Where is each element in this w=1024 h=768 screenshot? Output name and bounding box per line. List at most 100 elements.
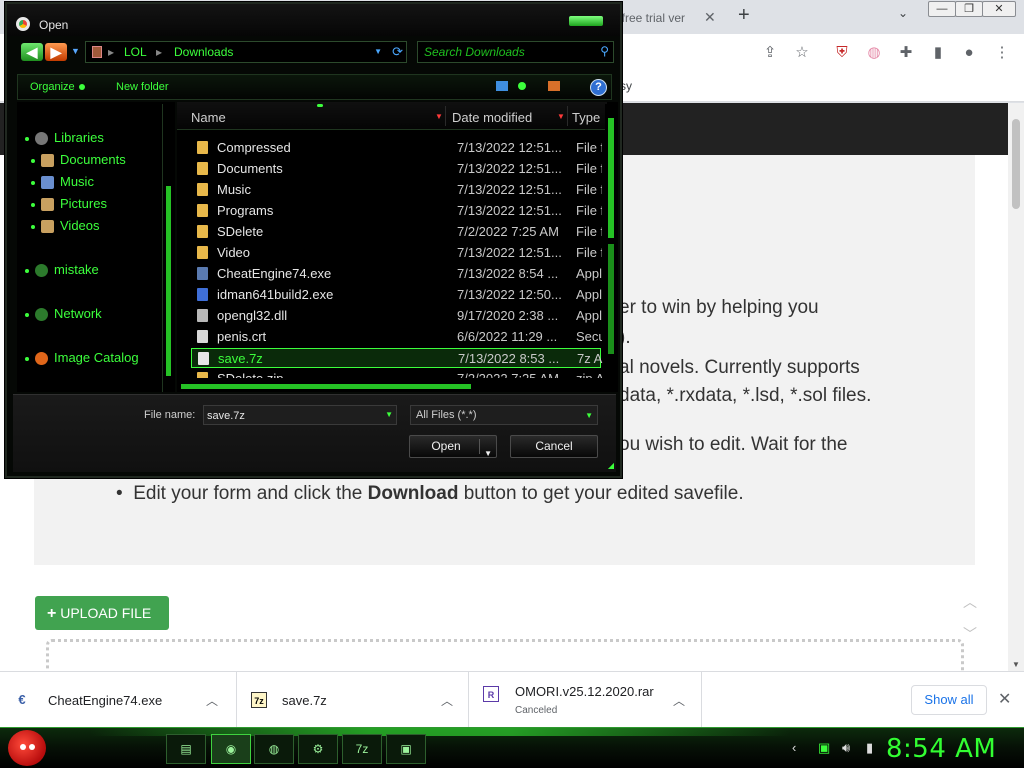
search-icon[interactable]: ⚲ [600, 44, 609, 58]
address-dropdown-icon[interactable]: ▼ [374, 47, 382, 56]
ublock-extension-icon[interactable]: ⛨ [832, 43, 852, 63]
download-options-chevron-icon[interactable]: ︿ [441, 692, 453, 709]
file-row[interactable]: save.7z 7/13/2022 8:53 ... 7z A [191, 348, 602, 368]
resize-grip-icon[interactable]: ◢ [608, 461, 614, 470]
file-row[interactable]: Music 7/13/2022 12:51... File f [191, 180, 602, 200]
nav-homegroup[interactable]: mistake [25, 262, 99, 280]
page-scrollbar[interactable]: ▼ [1008, 103, 1024, 671]
recent-locations-chevron-icon[interactable]: ▼ [71, 46, 80, 56]
navigation-scrollbar-thumb[interactable] [166, 186, 171, 376]
close-downloads-bar-icon[interactable]: ✕ [998, 689, 1011, 709]
file-explorer-icon[interactable]: ▤ [166, 734, 206, 764]
file-drop-zone[interactable] [46, 639, 964, 671]
cheatengine-icon[interactable]: ⚙ [298, 734, 338, 764]
help-icon[interactable]: ? [590, 79, 607, 96]
file-name-dropdown-icon[interactable]: ▼ [385, 410, 393, 419]
file-row[interactable]: SDelete.zip 7/2/2022 7:25 AM zip A [191, 369, 602, 378]
7z-icon[interactable]: 7z [342, 734, 382, 764]
address-bar[interactable]: ▸ LOL ▸ Downloads ▼ ⟳ [85, 41, 407, 63]
scroll-down-arrow-icon[interactable]: ▼ [1012, 660, 1020, 669]
tab-search-chevron-icon[interactable]: ⌄ [898, 6, 908, 20]
cancel-button[interactable]: Cancel [510, 435, 598, 458]
scroll-up-icon[interactable]: ︿ [950, 587, 990, 617]
tray-network-icon[interactable]: ▮ [866, 740, 873, 756]
views-icon[interactable] [496, 81, 508, 91]
side-panel-icon[interactable]: ▮ [928, 43, 948, 63]
chrome-icon[interactable]: ◉ [211, 734, 251, 764]
tray-overflow-icon[interactable]: ‹ [792, 740, 796, 755]
file-row[interactable]: Programs 7/13/2022 12:51... File f [191, 201, 602, 221]
dialog-close-button[interactable] [569, 16, 603, 26]
back-arrow-icon[interactable]: ◀ [21, 43, 43, 61]
column-name[interactable]: Name [191, 110, 226, 125]
file-row[interactable]: opengl32.dll 9/17/2020 2:38 ... Appli [191, 306, 602, 326]
breadcrumb-item[interactable]: Downloads [174, 45, 233, 59]
nav-music[interactable]: Music [31, 174, 94, 192]
new-tab-icon[interactable]: + [738, 4, 750, 27]
start-button-angry-bird-icon[interactable] [8, 730, 46, 766]
volume-icon[interactable]: 🔊︎ [842, 740, 850, 756]
preview-pane-icon[interactable] [548, 81, 560, 91]
horizontal-scrollbar-thumb[interactable] [181, 384, 471, 389]
file-row[interactable]: Documents 7/13/2022 12:51... File f [191, 159, 602, 179]
taskbar-clock[interactable]: 8:54 AM [886, 734, 996, 764]
breadcrumb-item[interactable]: LOL [124, 45, 147, 59]
file-row[interactable]: SDelete 7/2/2022 7:25 AM File f [191, 222, 602, 242]
menu-kebab-icon[interactable]: ⋮ [992, 43, 1012, 63]
open-button[interactable]: Open ▼ [409, 435, 497, 458]
search-box[interactable]: ⚲ [417, 41, 614, 63]
nav-videos[interactable]: Videos [31, 218, 100, 236]
forward-arrow-icon[interactable]: ▶ [45, 43, 67, 61]
search-input[interactable] [424, 44, 584, 60]
nav-libraries[interactable]: Libraries [25, 130, 104, 148]
column-separator[interactable] [445, 106, 446, 126]
open-dropdown-icon[interactable]: ▼ [484, 443, 492, 464]
close-window-button[interactable]: ✕ [982, 1, 1016, 17]
restore-button[interactable]: ❐ [955, 1, 983, 17]
file-list-horizontal-scrollbar[interactable] [177, 380, 605, 391]
download-options-chevron-icon[interactable]: ︿ [673, 692, 685, 709]
upload-file-button[interactable]: + UPLOAD FILE [35, 596, 169, 630]
show-all-downloads-button[interactable]: Show all [911, 685, 987, 715]
new-folder-button[interactable]: New folder [116, 81, 169, 93]
download-options-chevron-icon[interactable]: ︿ [206, 692, 218, 709]
column-date-modified[interactable]: Date modified [452, 110, 532, 125]
refresh-icon[interactable]: ⟳ [392, 44, 403, 60]
profile-avatar-icon[interactable]: ● [959, 43, 979, 63]
vertical-scrollbar-thumb[interactable] [608, 118, 614, 238]
column-type[interactable]: Type [572, 110, 600, 125]
dialog-title-bar[interactable]: Open [7, 4, 620, 36]
navigation-scrollbar[interactable] [162, 104, 174, 392]
nav-image-catalog[interactable]: Image Catalog [25, 350, 139, 368]
file-name-input[interactable] [207, 408, 377, 423]
window-icon[interactable]: ▣ [386, 734, 426, 764]
nav-network[interactable]: Network [25, 306, 102, 324]
file-row[interactable]: idman641build2.exe 7/13/2022 12:50... Appl… [191, 285, 602, 305]
file-row[interactable]: Video 7/13/2022 12:51... File f [191, 243, 602, 263]
views-dropdown-icon[interactable] [518, 82, 526, 90]
vertical-scrollbar-track[interactable] [608, 244, 614, 354]
nav-pictures[interactable]: Pictures [31, 196, 107, 214]
scroll-down-icon[interactable]: ﹀ [950, 619, 990, 649]
download-item[interactable]: € CheatEngine74.exe ︿ [0, 672, 237, 728]
download-item[interactable]: R OMORI.v25.12.2020.rar Canceled ︿ [469, 672, 702, 728]
file-name-combobox[interactable]: ▼ [203, 405, 397, 425]
tray-battery-icon[interactable]: ▣ [818, 740, 830, 756]
extensions-puzzle-icon[interactable]: ✚ [896, 43, 916, 63]
sort-arrow-icon[interactable]: ▼ [557, 112, 565, 121]
file-type-filter[interactable]: All Files (*.*) ▼ [410, 405, 598, 425]
file-list-vertical-scrollbar[interactable] [605, 104, 617, 384]
column-separator[interactable] [567, 106, 568, 126]
page-scrollbar-thumb[interactable] [1012, 119, 1020, 209]
file-row[interactable]: CheatEngine74.exe 7/13/2022 8:54 ... Appli [191, 264, 602, 284]
file-row[interactable]: penis.crt 6/6/2022 11:29 ... Secu [191, 327, 602, 347]
tab-close-icon[interactable]: ✕ [704, 9, 716, 26]
extension-flag-icon[interactable]: ◍ [864, 43, 884, 63]
globe-icon[interactable]: ◍ [254, 734, 294, 764]
share-icon[interactable]: ⇪ [760, 43, 780, 63]
file-row[interactable]: Compressed 7/13/2022 12:51... File f [191, 138, 602, 158]
filter-dropdown-icon[interactable]: ▼ [585, 411, 593, 420]
sort-arrow-icon[interactable]: ▼ [435, 112, 443, 121]
download-item[interactable]: 7z save.7z ︿ [237, 672, 469, 728]
minimize-button[interactable]: — [928, 1, 956, 17]
